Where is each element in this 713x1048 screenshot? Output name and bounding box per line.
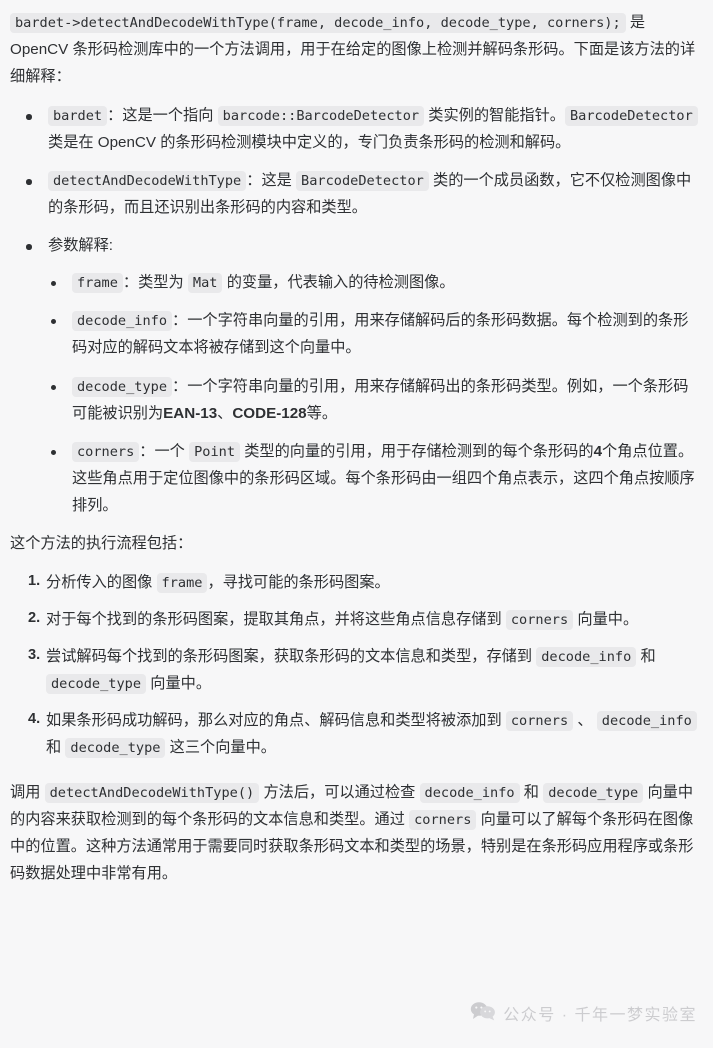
list-item: 尝试解码每个找到的条形码图案，获取条形码的文本信息和类型，存储到 decode_…	[10, 643, 703, 697]
text-fragment: 类是在 OpenCV 的条形码检测模块中定义的，专门负责条形码的检测和解码。	[48, 134, 571, 152]
text-fragment: 尝试解码每个找到的条形码图案，获取条形码的文本信息和类型，存储到	[46, 647, 537, 665]
corner-count: 4	[593, 442, 603, 460]
text-fragment: 向量中。	[146, 674, 212, 692]
conclusion-paragraph: 调用 detectAndDecodeWithType() 方法后，可以通过检查 …	[10, 779, 703, 887]
text-fragment: ：一个	[139, 442, 190, 460]
parameter-list: frame ：类型为 Mat 的变量，代表输入的待检测图像。 decode_inf…	[48, 269, 703, 518]
text-fragment: 对于每个找到的条形码图案，提取其角点，并将这些角点信息存储到	[46, 610, 506, 628]
text-fragment: 和	[46, 739, 66, 757]
code-bardet: bardet	[48, 106, 108, 127]
step-4: 如果条形码成功解码，那么对应的角点、解码信息和类型将被添加到 corners 、…	[46, 707, 703, 761]
text-fragment: 等。	[306, 404, 337, 422]
text-fragment: 调用	[10, 784, 45, 802]
param-frame: frame ：类型为 Mat 的变量，代表输入的待检测图像。	[72, 269, 703, 296]
step-3: 尝试解码每个找到的条形码图案，获取条形码的文本信息和类型，存储到 decode_…	[46, 643, 703, 697]
code-corners: corners	[409, 810, 477, 831]
bullet-parameters-label: 参数解释:	[48, 237, 113, 255]
text-fragment: 、	[573, 711, 597, 729]
text-fragment: 向量中。	[573, 610, 639, 628]
text-fragment: ，寻找可能的条形码图案。	[207, 573, 390, 591]
text-fragment: ：这是一个指向	[107, 107, 218, 125]
text-fragment: 、	[217, 404, 233, 422]
code-barcode-detector-qualified: barcode::BarcodeDetector	[217, 106, 425, 127]
code-mat: Mat	[187, 273, 223, 294]
explanation-list: bardet ：这是一个指向 barcode::BarcodeDetector 类…	[10, 102, 703, 519]
code-decode-type: decode_type	[543, 783, 644, 804]
text-fragment: 的变量，代表输入的待检测图像。	[222, 274, 455, 292]
code-barcode-detector: BarcodeDetector	[296, 171, 429, 192]
text-fragment: 类型的向量的引用，用于存储检测到的每个条形码的	[240, 442, 594, 460]
code-decode-type: decode_type	[72, 376, 173, 397]
code-decode-type: decode_type	[65, 738, 166, 759]
text-fragment: 分析传入的图像	[46, 573, 157, 591]
code-barcode-detector: BarcodeDetector	[565, 106, 698, 127]
code-corners: corners	[505, 609, 574, 630]
text-fragment: ：类型为	[122, 274, 188, 292]
text-fragment: 如果条形码成功解码，那么对应的角点、解码信息和类型将被添加到	[46, 711, 506, 729]
execution-steps-list: 分析传入的图像 frame ，寻找可能的条形码图案。 对于每个找到的条形码图案，提…	[10, 569, 703, 761]
list-item: 如果条形码成功解码，那么对应的角点、解码信息和类型将被添加到 corners 、…	[10, 707, 703, 761]
code-decode-info: decode_info	[536, 646, 637, 667]
code-frame: frame	[156, 572, 208, 593]
code-method-signature: bardet->detectAndDecodeWithType(frame, d…	[10, 13, 626, 33]
code-decode-type: decode_type	[46, 673, 147, 694]
list-item: frame ：类型为 Mat 的变量，代表输入的待检测图像。	[48, 269, 703, 296]
intro-paragraph: bardet->detectAndDecodeWithType(frame, d…	[10, 9, 703, 90]
text-fragment: 类实例的智能指针。	[424, 107, 565, 125]
code-decode-info: decode_info	[72, 311, 173, 332]
list-item: 对于每个找到的条形码图案，提取其角点，并将这些角点信息存储到 corners 向…	[10, 606, 703, 633]
flow-heading: 这个方法的执行流程包括：	[10, 534, 193, 552]
barcode-type-code128: CODE-128	[232, 404, 307, 422]
text-fragment: 这三个向量中。	[165, 739, 276, 757]
article-page: bardet->detectAndDecodeWithType(frame, d…	[0, 0, 713, 1048]
code-decode-info: decode_info	[596, 710, 697, 731]
list-item: decode_info ：一个字符串向量的引用，用来存储解码后的条形码数据。每个检…	[48, 307, 703, 361]
list-item: 参数解释: frame ：类型为 Mat 的变量，代表输入的待检测图像。 deco…	[10, 232, 703, 518]
list-item: bardet ：这是一个指向 barcode::BarcodeDetector 类…	[10, 102, 703, 156]
list-item: detectAndDecodeWithType ：这是 BarcodeDetect…	[10, 167, 703, 221]
bullet-bardet: bardet ：这是一个指向 barcode::BarcodeDetector 类…	[48, 102, 703, 156]
bullet-detect-and-decode: detectAndDecodeWithType ：这是 BarcodeDetect…	[48, 167, 703, 221]
code-point: Point	[189, 441, 241, 462]
code-frame: frame	[72, 273, 123, 294]
code-decode-info: decode_info	[419, 783, 520, 804]
param-decode-type: decode_type ：一个字符串向量的引用，用来存储解码出的条形码类型。例如，…	[72, 373, 703, 427]
wechat-bubbles-icon	[470, 1001, 496, 1031]
code-corners: corners	[72, 441, 140, 462]
watermark: 公众号 · 千年一梦实验室	[470, 1001, 697, 1031]
list-item: corners ：一个 Point 类型的向量的引用，用于存储检测到的每个条形码的…	[48, 438, 703, 519]
list-item: decode_type ：一个字符串向量的引用，用来存储解码出的条形码类型。例如，…	[48, 373, 703, 427]
param-corners: corners ：一个 Point 类型的向量的引用，用于存储检测到的每个条形码的…	[72, 438, 703, 519]
param-decode-info: decode_info ：一个字符串向量的引用，用来存储解码后的条形码数据。每个检…	[72, 307, 703, 361]
watermark-text: 公众号 · 千年一梦实验室	[503, 1006, 697, 1024]
list-item: 分析传入的图像 frame ，寻找可能的条形码图案。	[10, 569, 703, 596]
code-detect-and-decode-with-type: detectAndDecodeWithType	[48, 171, 247, 192]
code-detect-and-decode-with-type-call: detectAndDecodeWithType()	[44, 783, 260, 804]
step-1: 分析传入的图像 frame ，寻找可能的条形码图案。	[46, 569, 703, 596]
text-fragment: ：这是	[246, 172, 297, 190]
code-corners: corners	[505, 710, 574, 731]
step-2: 对于每个找到的条形码图案，提取其角点，并将这些角点信息存储到 corners 向…	[46, 606, 703, 633]
barcode-type-ean13: EAN-13	[163, 404, 218, 422]
text-fragment: 方法后，可以通过检查	[259, 784, 420, 802]
text-fragment: 和	[636, 647, 656, 665]
text-fragment: 和	[519, 784, 544, 802]
